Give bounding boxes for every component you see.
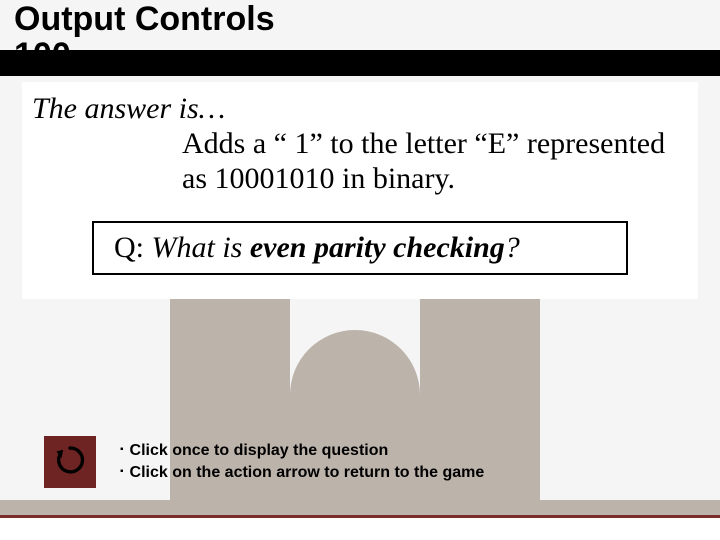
- question-prefix: What is: [152, 231, 250, 264]
- question-term: even parity checking: [250, 231, 505, 264]
- question-label: Q:: [114, 231, 144, 264]
- bullet-icon: ▪: [120, 440, 124, 460]
- instructions: ▪ Click once to display the question ▪ C…: [120, 440, 484, 483]
- footer: ▪ Click once to display the question ▪ C…: [44, 436, 484, 488]
- instruction-line-1: Click once to display the question: [130, 440, 389, 462]
- question-box: Q: What is even parity checking?: [92, 221, 628, 275]
- return-button[interactable]: [44, 436, 96, 488]
- title-line-1: Output Controls: [14, 0, 275, 38]
- answer-lead: The answer is…: [32, 92, 688, 126]
- return-arrow-icon: [53, 443, 87, 482]
- title-line-2: 100: [14, 38, 275, 74]
- answer-panel: The answer is… Adds a “ 1” to the letter…: [22, 82, 698, 299]
- answer-body: Adds a “ 1” to the letter “E” represente…: [182, 126, 688, 197]
- bullet-icon: ▪: [120, 462, 124, 482]
- instruction-line-2: Click on the action arrow to return to t…: [130, 462, 485, 484]
- question-suffix: ?: [505, 231, 520, 264]
- slide-title: Output Controls 100: [14, 2, 275, 73]
